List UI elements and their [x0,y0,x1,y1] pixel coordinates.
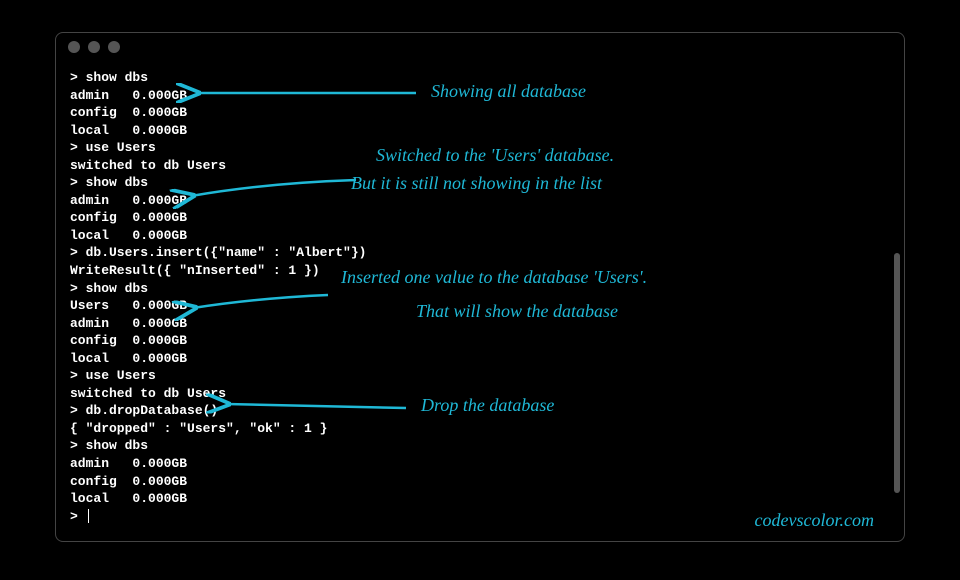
terminal-line: local 0.000GB [70,123,187,138]
terminal-line: > show dbs [70,438,148,453]
close-icon[interactable] [68,41,80,53]
terminal-line: local 0.000GB [70,351,187,366]
terminal-window: > show dbs admin 0.000GB config 0.000GB … [55,32,905,542]
terminal-line: > show dbs [70,281,148,296]
minimize-icon[interactable] [88,41,100,53]
annotation-show-dbs: Showing all database [431,81,586,102]
annotation-switched: Switched to the 'Users' database. [376,145,614,166]
terminal-line: > use Users [70,140,156,155]
terminal-line: local 0.000GB [70,491,187,506]
terminal-line: admin 0.000GB [70,456,187,471]
maximize-icon[interactable] [108,41,120,53]
terminal-line: switched to db Users [70,386,226,401]
arrow-icon [221,398,411,423]
terminal-line: config 0.000GB [70,333,187,348]
terminal-content[interactable]: > show dbs admin 0.000GB config 0.000GB … [56,61,904,533]
terminal-line: > show dbs [70,175,148,190]
terminal-line: { "dropped" : "Users", "ok" : 1 } [70,421,327,436]
terminal-line: local 0.000GB [70,228,187,243]
annotation-drop: Drop the database [421,395,554,416]
terminal-line: > db.dropDatabase() [70,403,218,418]
terminal-line: config 0.000GB [70,474,187,489]
terminal-line: admin 0.000GB [70,193,187,208]
terminal-line: > db.Users.insert({"name" : "Albert"}) [70,245,366,260]
terminal-line: > [70,509,86,524]
terminal-line: config 0.000GB [70,105,187,120]
arrow-icon [188,293,333,318]
arrow-icon [191,83,421,108]
terminal-line: switched to db Users [70,158,226,173]
watermark: codevscolor.com [755,510,874,531]
annotation-inserted: Inserted one value to the database 'User… [341,267,647,288]
scrollbar[interactable] [894,253,900,493]
annotation-switched-2: But it is still not showing in the list [351,173,602,194]
terminal-line: > show dbs [70,70,148,85]
arrow-icon [186,178,361,208]
terminal-line: Users 0.000GB [70,298,187,313]
cursor [88,509,89,523]
terminal-line: admin 0.000GB [70,88,187,103]
titlebar [56,33,904,61]
terminal-line: WriteResult({ "nInserted" : 1 }) [70,263,320,278]
terminal-line: config 0.000GB [70,210,187,225]
terminal-line: > use Users [70,368,156,383]
terminal-line: admin 0.000GB [70,316,187,331]
annotation-inserted-2: That will show the database [416,301,618,322]
